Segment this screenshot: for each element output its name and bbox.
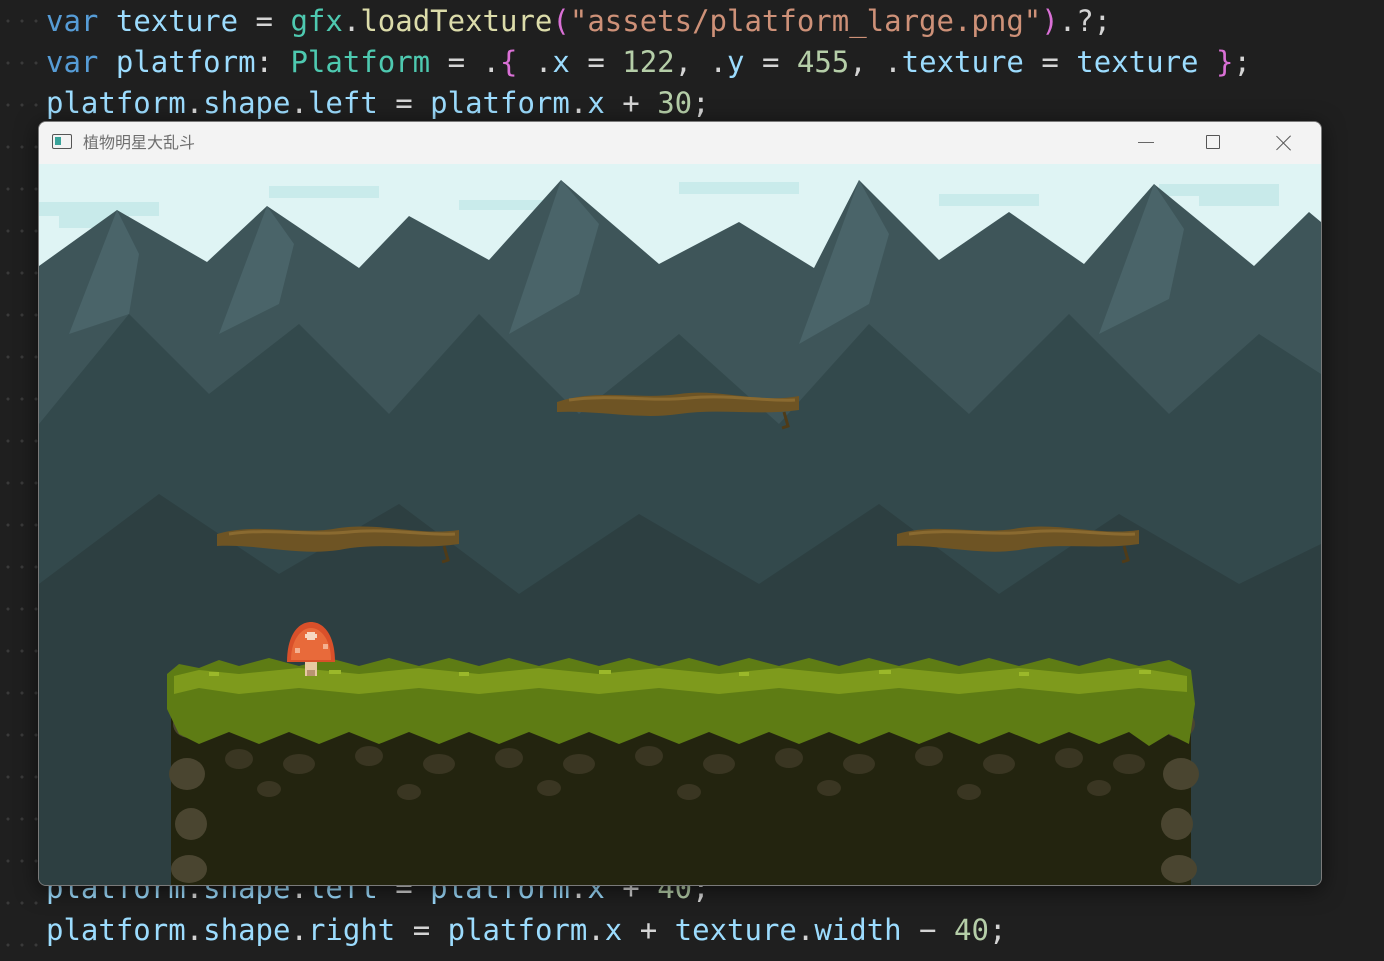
code-token: texture: [115, 4, 239, 38]
code-token: .: [569, 86, 588, 120]
code-token: +: [604, 86, 658, 120]
window-title: 植物明星大乱斗: [83, 133, 196, 152]
code-token: .: [185, 86, 204, 120]
code-token: platform: [430, 86, 570, 120]
code-token: .: [796, 913, 815, 947]
code-token: =: [569, 45, 623, 79]
code-token: shape: [203, 86, 291, 120]
code-token: −: [901, 913, 955, 947]
code-line[interactable]: var platform: Platform = .{ .x = 122, .y…: [46, 41, 1251, 83]
code-token: ): [1041, 4, 1059, 38]
code-token: ;: [692, 86, 710, 120]
code-token: x: [604, 913, 623, 947]
code-token: .: [290, 86, 308, 120]
code-token: 122: [622, 45, 675, 79]
code-token: .: [587, 913, 605, 947]
code-token: width: [814, 913, 902, 947]
code-token: .: [185, 913, 204, 947]
code-token: =: [1023, 45, 1077, 79]
app-window-icon: [52, 134, 72, 149]
code-token: 40: [954, 913, 989, 947]
code-token: shape: [203, 913, 291, 947]
code-token: .: [517, 45, 553, 79]
code-token: texture: [901, 45, 1024, 79]
code-token: ;: [1233, 45, 1251, 79]
code-token: .?;: [1058, 4, 1112, 38]
code-token: = .: [430, 45, 500, 79]
code-line[interactable]: platform.shape.left = platform.x + 30;: [46, 82, 710, 124]
code-token: }: [1215, 45, 1234, 79]
code-token: right: [307, 913, 396, 947]
code-token: Platform: [290, 45, 431, 79]
code-token: =: [238, 4, 291, 38]
code-token: var: [46, 4, 99, 38]
close-icon: [1275, 134, 1293, 152]
code-token: {: [500, 45, 518, 79]
code-token: .: [342, 4, 361, 38]
game-window[interactable]: 植物明星大乱斗: [38, 121, 1322, 886]
code-token: , .: [849, 45, 902, 79]
code-token: =: [377, 86, 431, 120]
code-token: var: [46, 45, 99, 79]
code-token: loadTexture: [360, 4, 553, 38]
code-token: platform: [447, 913, 588, 947]
code-token: , .: [674, 45, 728, 79]
code-line[interactable]: platform.shape.right = platform.x + text…: [46, 909, 1006, 951]
minimize-icon: [1138, 142, 1154, 143]
code-token: y: [727, 45, 745, 79]
code-token: :: [255, 45, 291, 79]
code-token: =: [744, 45, 797, 79]
code-token: ;: [988, 913, 1007, 947]
code-token: 455: [796, 45, 850, 79]
code-token: left: [307, 86, 378, 120]
minimize-button[interactable]: [1111, 122, 1181, 164]
main-grass-platform: [167, 658, 1199, 885]
code-token: platform: [115, 45, 256, 79]
code-token: texture: [674, 913, 797, 947]
maximize-icon: [1206, 135, 1220, 149]
code-token: (: [552, 4, 570, 38]
code-token: 30: [657, 86, 693, 120]
code-token: x: [587, 86, 605, 120]
code-token: gfx: [290, 4, 343, 38]
code-line[interactable]: var texture = gfx.loadTexture("assets/pl…: [46, 0, 1111, 42]
code-token: =: [395, 913, 448, 947]
code-token: .: [290, 913, 308, 947]
close-button[interactable]: [1249, 122, 1319, 164]
code-token: texture: [1076, 45, 1199, 79]
code-token: platform: [46, 86, 186, 120]
code-token: +: [622, 913, 675, 947]
code-token: platform: [46, 913, 186, 947]
code-token: x: [552, 45, 570, 79]
code-token: "assets/platform_large.png": [569, 4, 1042, 38]
maximize-button[interactable]: [1179, 122, 1249, 164]
window-titlebar[interactable]: 植物明星大乱斗: [39, 122, 1321, 164]
game-scene: [39, 164, 1321, 885]
game-viewport[interactable]: [39, 164, 1321, 885]
